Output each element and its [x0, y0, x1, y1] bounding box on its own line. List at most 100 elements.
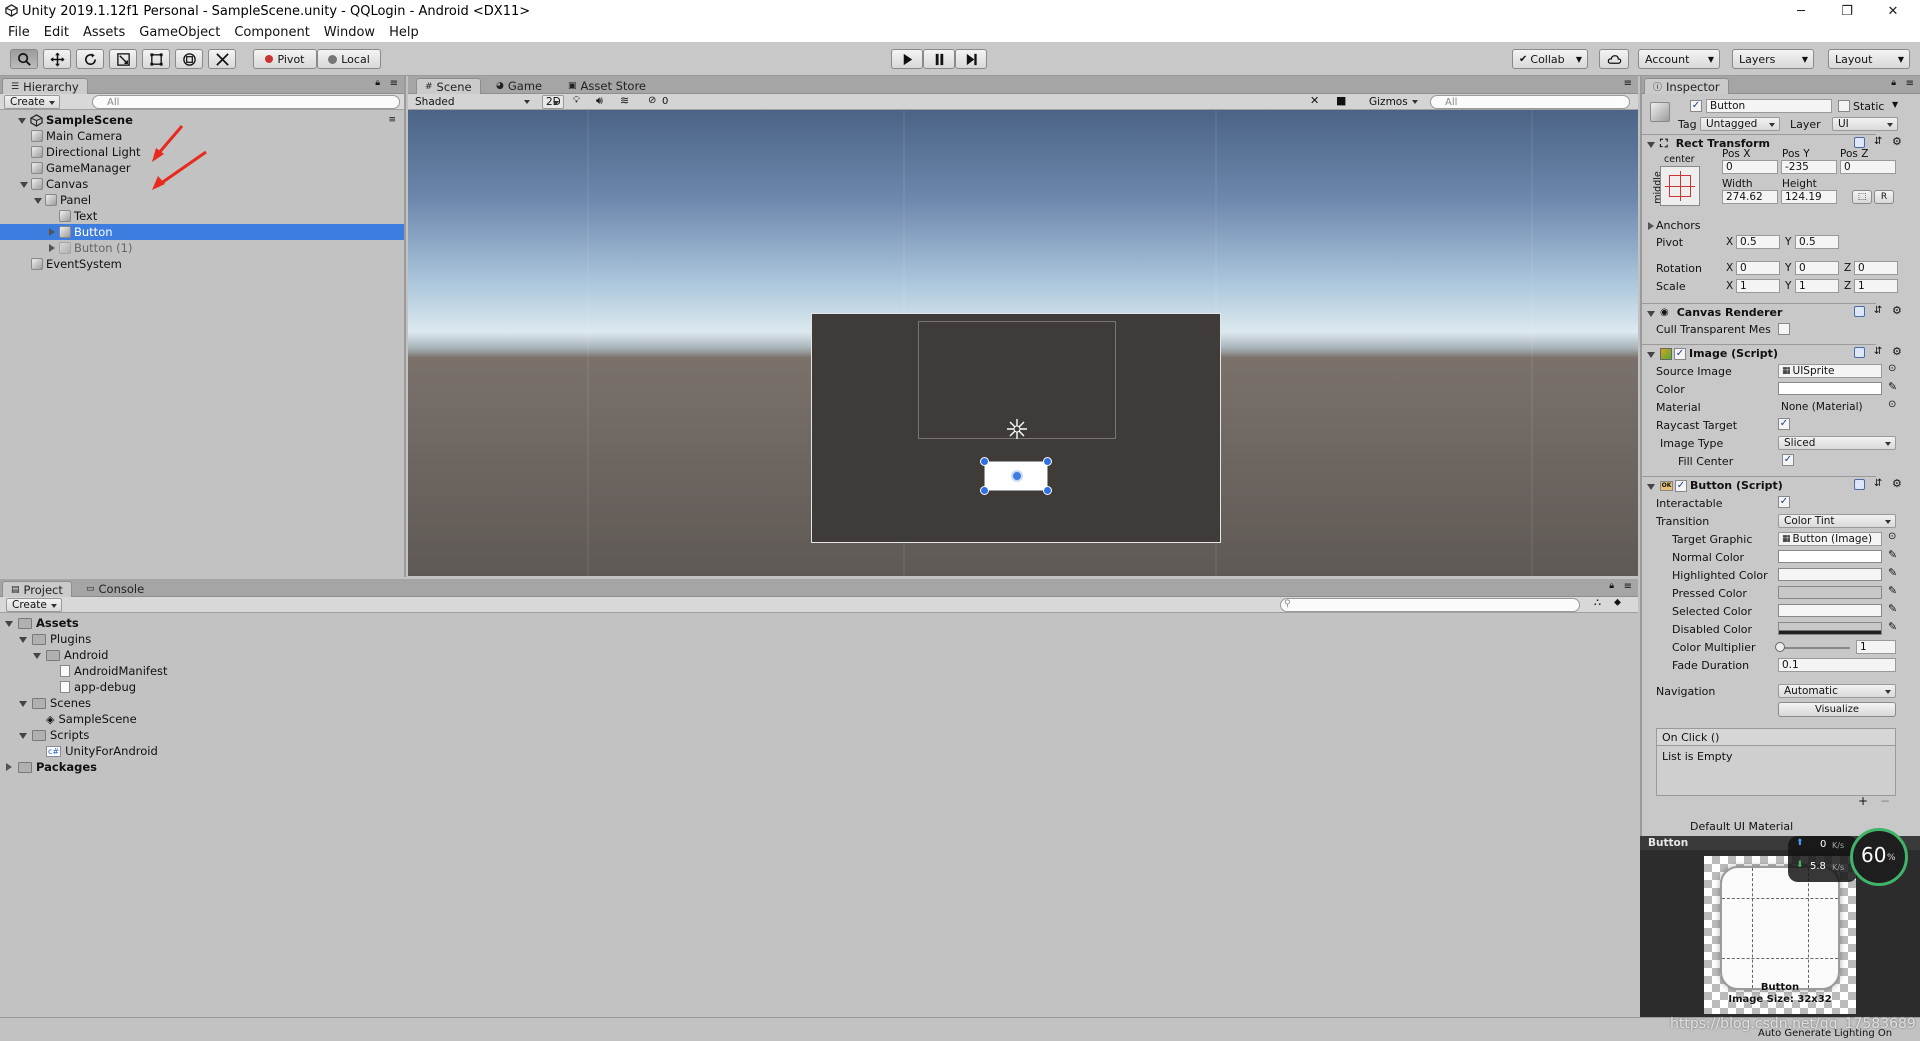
help-icon[interactable]	[1854, 306, 1865, 317]
gear-icon[interactable]: ⚙	[1892, 304, 1902, 317]
gear-icon[interactable]: ⚙	[1892, 135, 1902, 148]
rect-tool-button[interactable]	[142, 49, 170, 69]
visualize-button[interactable]: Visualize	[1778, 702, 1896, 717]
local-toggle-button[interactable]: Local	[317, 49, 381, 69]
eyedropper-icon[interactable]: ✎	[1888, 602, 1897, 615]
target-graphic-field[interactable]: ▦ Button (Image)	[1778, 532, 1882, 546]
layout-dropdown[interactable]: Layout ▼	[1828, 49, 1910, 69]
static-checkbox[interactable]	[1838, 100, 1850, 112]
normal-color-swatch[interactable]	[1778, 550, 1882, 563]
shading-mode-dropdown[interactable]: Shaded	[410, 95, 534, 109]
eyedropper-icon[interactable]: ✎	[1888, 584, 1897, 597]
menu-assets[interactable]: Assets	[75, 25, 131, 40]
eyedropper-icon[interactable]: ✎	[1888, 620, 1897, 633]
interactable-checkbox[interactable]: ✓	[1778, 496, 1790, 508]
fold-closed-icon[interactable]	[47, 243, 57, 253]
project-item[interactable]: c# UnityForAndroid	[0, 743, 1638, 759]
color-swatch[interactable]	[1778, 382, 1882, 395]
move-tool-button[interactable]	[43, 49, 71, 69]
anchor-preset-button[interactable]	[1660, 166, 1700, 206]
resize-handle[interactable]	[1043, 486, 1052, 495]
rot-x-field[interactable]: 0	[1736, 261, 1780, 275]
project-item[interactable]: AndroidManifest	[0, 663, 1638, 679]
preset-icon[interactable]: ⇵	[1874, 136, 1882, 147]
rot-z-field[interactable]: 0	[1854, 261, 1898, 275]
pressed-color-swatch[interactable]	[1778, 586, 1882, 599]
project-item[interactable]: Packages	[0, 759, 1638, 775]
gear-icon[interactable]: ⚙	[1892, 345, 1902, 358]
project-item[interactable]: Android	[0, 647, 1638, 663]
fold-open-icon[interactable]	[1646, 139, 1656, 149]
selected-color-swatch[interactable]	[1778, 604, 1882, 617]
tab-project[interactable]: ▤ Project	[2, 581, 72, 597]
scale-y-field[interactable]: 1	[1795, 279, 1839, 293]
layer-dropdown[interactable]: UI	[1832, 117, 1898, 131]
scene-menu-icon[interactable]: ≡	[388, 115, 396, 125]
highlighted-color-swatch[interactable]	[1778, 568, 1882, 581]
canvas-renderer-header[interactable]: ◉ Canvas Renderer	[1642, 303, 1876, 321]
lock-icon[interactable]: 🔒︎	[1609, 581, 1614, 591]
object-picker-icon[interactable]: ⊙	[1888, 399, 1896, 410]
disabled-color-swatch[interactable]	[1778, 622, 1882, 635]
tab-game[interactable]: ◕ Game	[488, 78, 550, 94]
menu-window[interactable]: Window	[316, 25, 381, 40]
fold-open-icon[interactable]	[4, 618, 14, 628]
button-rect[interactable]	[980, 457, 1052, 495]
tab-scene[interactable]: # Scene	[416, 78, 481, 94]
width-field[interactable]: 274.62	[1722, 190, 1778, 204]
play-button[interactable]	[891, 49, 923, 69]
project-item[interactable]: app-debug	[0, 679, 1638, 695]
raycast-target-checkbox[interactable]: ✓	[1778, 418, 1790, 430]
fade-duration-field[interactable]: 0.1	[1778, 658, 1896, 672]
multiplier-slider-thumb[interactable]	[1775, 642, 1785, 652]
toggle-2d-button[interactable]: 2D	[542, 95, 564, 109]
hierarchy-item[interactable]: EventSystem	[0, 256, 404, 272]
panel-menu-icon[interactable]: ≡	[390, 78, 398, 89]
resize-handle[interactable]	[980, 457, 989, 466]
panel-rect[interactable]	[811, 313, 1221, 543]
collab-dropdown[interactable]: ✔ Collab ▼	[1512, 49, 1588, 69]
transition-dropdown[interactable]: Color Tint	[1778, 514, 1896, 528]
hidden-objects-icon[interactable]: ⊘	[648, 95, 656, 106]
panel-menu-icon[interactable]: ≡	[1624, 581, 1632, 592]
scene-viewport[interactable]	[408, 110, 1638, 576]
eyedropper-icon[interactable]: ✎	[1888, 548, 1897, 561]
fold-open-icon[interactable]	[18, 730, 28, 740]
menu-help[interactable]: Help	[381, 25, 425, 40]
fold-open-icon[interactable]	[18, 698, 28, 708]
fold-open-icon[interactable]	[32, 650, 42, 660]
eyedropper-icon[interactable]: ✎	[1888, 566, 1897, 579]
lock-icon[interactable]: 🔒︎	[1891, 78, 1896, 88]
fold-closed-icon[interactable]	[1646, 221, 1656, 231]
project-item[interactable]: Plugins	[0, 631, 1638, 647]
resize-handle[interactable]	[1043, 457, 1052, 466]
menu-edit[interactable]: Edit	[36, 25, 75, 40]
menu-component[interactable]: Component	[226, 25, 315, 40]
color-multiplier-field[interactable]: 1	[1856, 640, 1896, 654]
posx-field[interactable]: 0	[1722, 160, 1778, 174]
fold-closed-icon[interactable]	[4, 762, 14, 772]
help-icon[interactable]	[1854, 137, 1865, 148]
image-enabled-checkbox[interactable]: ✓	[1674, 347, 1686, 360]
minimize-button[interactable]: ─	[1778, 0, 1824, 22]
tab-asset-store[interactable]: ▣ Asset Store	[560, 78, 654, 94]
fold-open-icon[interactable]	[1646, 308, 1656, 318]
pivot-x-field[interactable]: 0.5	[1736, 235, 1780, 249]
gear-icon[interactable]: ⚙	[1892, 477, 1902, 490]
tab-hierarchy[interactable]: ☰ Hierarchy	[2, 78, 88, 94]
button-enabled-checkbox[interactable]: ✓	[1675, 479, 1687, 492]
scene-search-input[interactable]: All	[1430, 95, 1630, 109]
tab-console[interactable]: ▭ Console	[78, 581, 152, 597]
project-item[interactable]: Assets	[0, 615, 1638, 631]
scale-x-field[interactable]: 1	[1736, 279, 1780, 293]
camera-icon[interactable]: ■	[1336, 94, 1346, 107]
raw-edit-button[interactable]: R	[1874, 190, 1894, 204]
custom-tool-button[interactable]	[208, 49, 236, 69]
rotate-tool-button[interactable]	[76, 49, 104, 69]
fold-closed-icon[interactable]	[47, 227, 57, 237]
chevron-down-icon[interactable]: ▼	[1892, 100, 1898, 109]
rot-y-field[interactable]: 0	[1795, 261, 1839, 275]
cull-transparent-checkbox[interactable]	[1778, 323, 1790, 335]
tag-dropdown[interactable]: Untagged	[1700, 117, 1780, 131]
posz-field[interactable]: 0	[1840, 160, 1896, 174]
